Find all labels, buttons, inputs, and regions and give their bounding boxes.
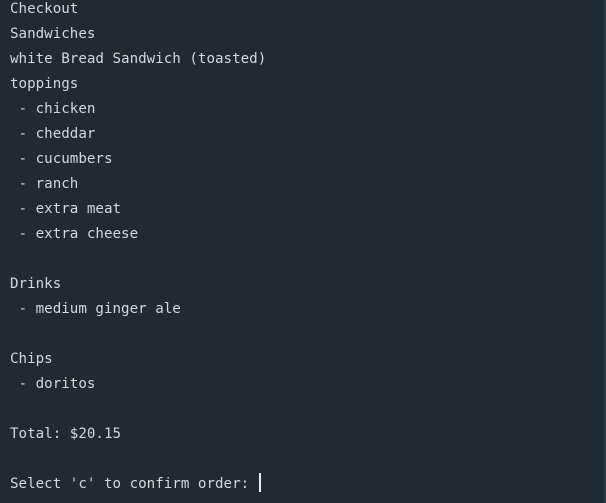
order-total: Total: $20.15 — [10, 426, 122, 442]
topping-item: - chicken — [10, 101, 96, 117]
topping-item: - cheddar — [10, 126, 96, 142]
drink-item: - medium ginger ale — [10, 301, 181, 317]
drinks-section-label: Drinks — [10, 276, 62, 292]
checkout-heading: Checkout — [10, 1, 79, 17]
sandwiches-section-label: Sandwiches — [10, 26, 96, 42]
chips-section-label: Chips — [10, 351, 53, 367]
chips-item: - doritos — [10, 376, 96, 392]
sandwich-item: white Bread Sandwich (toasted) — [10, 51, 267, 67]
topping-item: - ranch — [10, 176, 79, 192]
topping-item: - cucumbers — [10, 151, 113, 167]
confirm-prompt-text: Select 'c' to confirm order: — [10, 476, 258, 492]
terminal-window[interactable]: Checkout Sandwiches white Bread Sandwich… — [0, 0, 606, 503]
text-cursor[interactable] — [258, 473, 261, 492]
topping-item: - extra cheese — [10, 226, 139, 242]
confirm-prompt-line[interactable]: Select 'c' to confirm order: — [10, 472, 596, 497]
toppings-label: toppings — [10, 76, 79, 92]
topping-item: - extra meat — [10, 201, 122, 217]
